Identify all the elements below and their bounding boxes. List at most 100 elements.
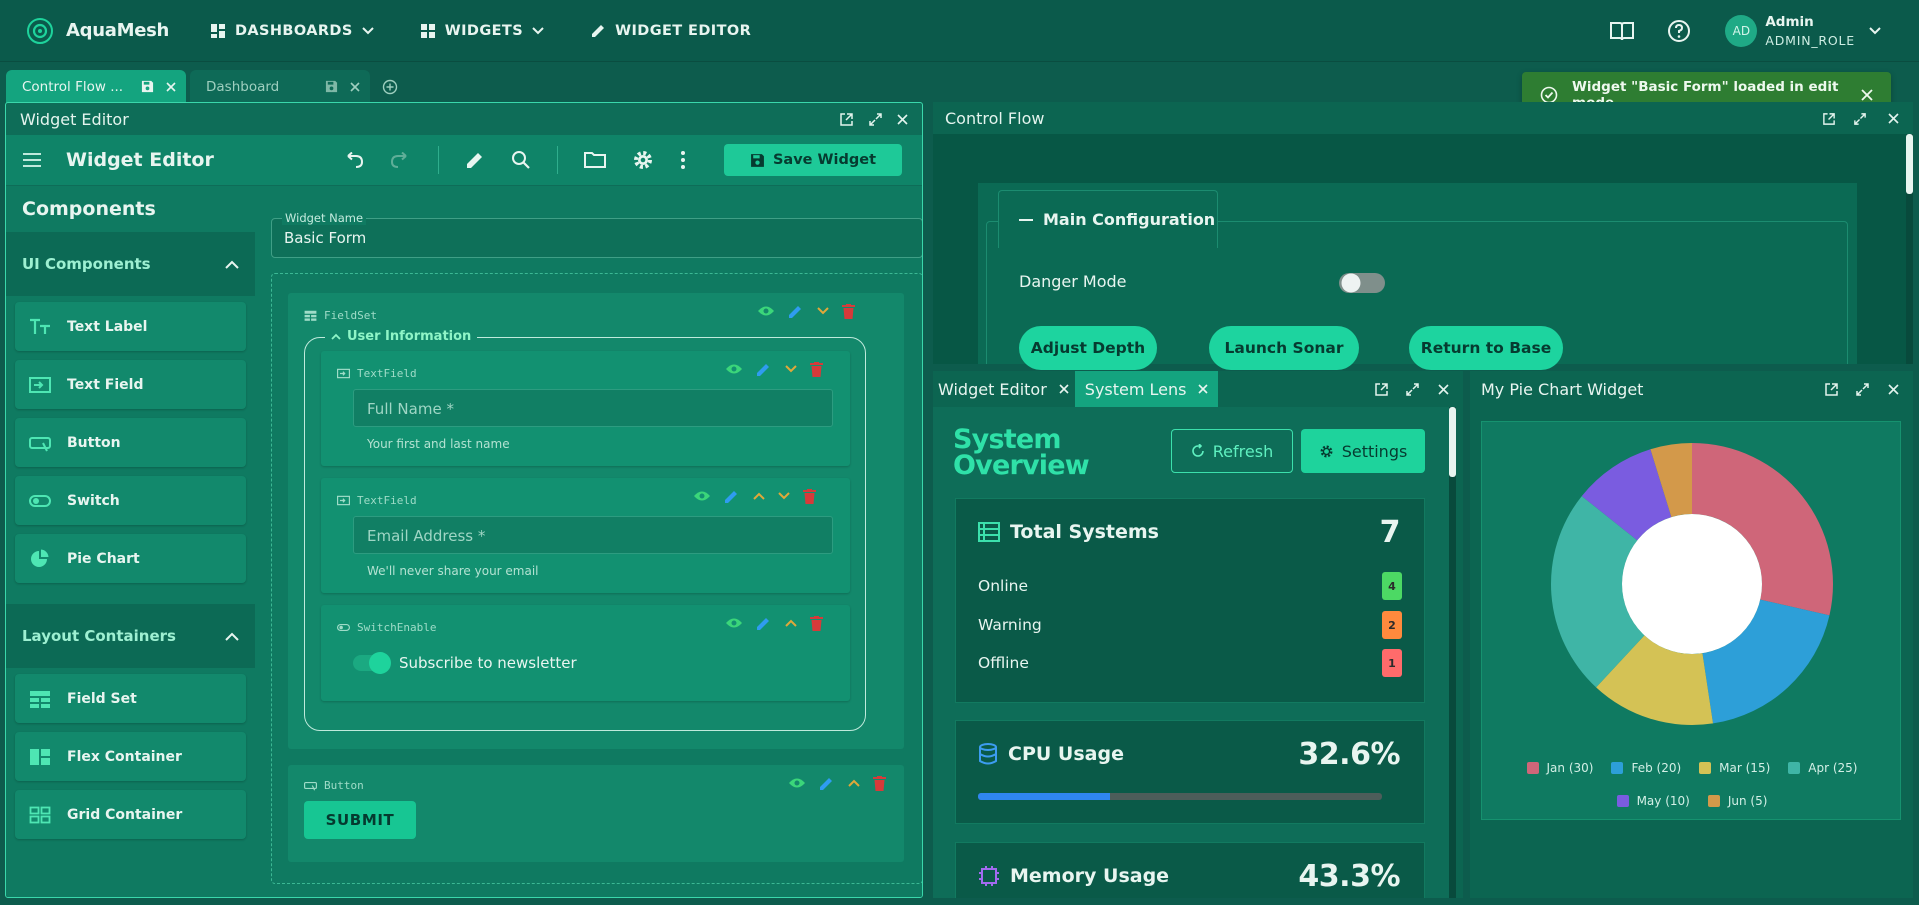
redo-icon[interactable] xyxy=(390,152,412,168)
component-text-label[interactable]: Text Label xyxy=(15,302,246,351)
edit-pencil-icon[interactable] xyxy=(465,150,485,170)
legend-item-jun[interactable]: Jun (5) xyxy=(1699,784,1777,817)
save-icon[interactable] xyxy=(325,80,338,93)
email-input[interactable]: Email Address * xyxy=(353,516,833,554)
chevron-down-icon[interactable] xyxy=(1869,27,1881,35)
button-component[interactable]: Button SUBMIT xyxy=(288,765,904,862)
close-icon[interactable] xyxy=(1059,384,1069,394)
adjust-depth-button[interactable]: Adjust Depth xyxy=(1019,326,1157,370)
open-external-icon[interactable] xyxy=(1824,382,1839,397)
ui-components-section[interactable]: UI Components xyxy=(6,232,255,296)
expand-icon[interactable] xyxy=(868,112,883,127)
edit-pencil-icon[interactable] xyxy=(724,488,740,504)
delete-trash-icon[interactable] xyxy=(873,775,886,791)
close-icon[interactable] xyxy=(1888,383,1899,395)
move-down-icon[interactable] xyxy=(817,307,829,315)
delete-trash-icon[interactable] xyxy=(810,615,823,631)
edit-pencil-icon[interactable] xyxy=(788,303,804,319)
move-down-icon[interactable] xyxy=(778,492,790,500)
launch-sonar-button[interactable]: Launch Sonar xyxy=(1209,326,1359,370)
expand-icon[interactable] xyxy=(1855,382,1870,397)
refresh-button[interactable]: Refresh xyxy=(1171,429,1293,473)
close-icon[interactable] xyxy=(1198,384,1209,394)
save-widget-button[interactable]: Save Widget xyxy=(724,144,902,176)
move-up-icon[interactable] xyxy=(848,779,860,787)
textfield-component-fullname[interactable]: TextField Full Name * Your first and las… xyxy=(321,351,850,466)
folder-icon[interactable] xyxy=(584,151,606,169)
newsletter-switch[interactable] xyxy=(353,652,391,674)
fieldset-component[interactable]: FieldSet User Information TextField Full… xyxy=(288,293,904,749)
component-text-field[interactable]: Text Field xyxy=(15,360,246,409)
search-icon[interactable] xyxy=(511,150,531,170)
tab-system-lens[interactable]: System Lens xyxy=(1074,371,1219,407)
edit-pencil-icon[interactable] xyxy=(756,361,772,377)
edit-pencil-icon[interactable] xyxy=(756,615,772,631)
close-icon[interactable] xyxy=(1438,383,1449,395)
main-configuration-header[interactable]: Main Configuration xyxy=(998,190,1218,248)
legend-item-jan[interactable]: Jan (30) xyxy=(1518,751,1603,784)
more-vertical-icon[interactable] xyxy=(680,150,686,170)
gear-icon[interactable] xyxy=(632,149,654,171)
move-down-icon[interactable] xyxy=(785,365,797,373)
expand-icon[interactable] xyxy=(1405,382,1420,397)
help-question-icon[interactable] xyxy=(1667,19,1691,43)
component-grid-container[interactable]: Grid Container xyxy=(15,790,246,839)
visibility-eye-icon[interactable] xyxy=(693,490,711,502)
add-tab-icon[interactable] xyxy=(382,79,398,95)
visibility-eye-icon[interactable] xyxy=(725,363,743,375)
tab-control-flow[interactable]: Control Flow ... xyxy=(6,70,186,103)
open-external-icon[interactable] xyxy=(1374,382,1389,397)
user-info[interactable]: Admin ADMIN_ROLE xyxy=(1765,14,1855,48)
full-name-input[interactable]: Full Name * xyxy=(353,389,833,427)
save-icon[interactable] xyxy=(141,80,154,93)
scrollbar-thumb[interactable] xyxy=(1449,407,1456,477)
chevron-up-icon[interactable] xyxy=(331,333,341,340)
component-switch[interactable]: Switch xyxy=(15,476,246,525)
delete-trash-icon[interactable] xyxy=(810,361,823,377)
layout-containers-section[interactable]: Layout Containers xyxy=(6,604,255,668)
control-flow-scrollbar[interactable] xyxy=(1906,134,1913,364)
delete-trash-icon[interactable] xyxy=(842,303,855,319)
delete-trash-icon[interactable] xyxy=(803,488,816,504)
textfield-component-email[interactable]: TextField Email Address * We'll never sh… xyxy=(321,478,850,593)
menu-hamburger-icon[interactable] xyxy=(22,152,42,168)
danger-mode-toggle[interactable] xyxy=(1338,270,1386,296)
legend-item-feb[interactable]: Feb (20) xyxy=(1602,751,1690,784)
open-external-icon[interactable] xyxy=(839,112,854,127)
submit-button[interactable]: SUBMIT xyxy=(304,801,416,839)
scrollbar-thumb[interactable] xyxy=(1906,134,1913,194)
return-to-base-button[interactable]: Return to Base xyxy=(1409,326,1563,370)
nav-widgets[interactable]: WIDGETS xyxy=(420,23,544,39)
visibility-eye-icon[interactable] xyxy=(725,617,743,629)
close-icon[interactable] xyxy=(166,81,176,92)
tab-dashboard[interactable]: Dashboard xyxy=(190,70,370,103)
component-pie-chart[interactable]: Pie Chart xyxy=(15,534,246,583)
close-icon[interactable] xyxy=(1861,89,1873,101)
legend-item-mar[interactable]: Mar (15) xyxy=(1690,751,1779,784)
close-icon[interactable] xyxy=(1888,113,1899,124)
nav-dashboards[interactable]: DASHBOARDS xyxy=(210,23,374,39)
tab-widget-editor[interactable]: Widget Editor xyxy=(933,371,1075,407)
widget-name-field[interactable]: Widget Name Basic Form xyxy=(271,211,922,258)
switch-component[interactable]: SwitchEnable Subscribe to newsletter xyxy=(321,605,850,701)
nav-widget-editor[interactable]: WIDGET EDITOR xyxy=(590,23,751,39)
undo-icon[interactable] xyxy=(342,152,364,168)
close-icon[interactable] xyxy=(350,81,360,92)
widget-dropzone[interactable]: FieldSet User Information TextField Full… xyxy=(271,273,922,884)
move-up-icon[interactable] xyxy=(785,619,797,627)
component-button[interactable]: Button xyxy=(15,418,246,467)
close-icon[interactable] xyxy=(897,113,908,125)
legend-item-apr[interactable]: Apr (25) xyxy=(1779,751,1866,784)
visibility-eye-icon[interactable] xyxy=(757,305,775,317)
brand[interactable]: AquaMesh xyxy=(26,17,196,45)
move-up-icon[interactable] xyxy=(753,492,765,500)
newsletter-switch-row[interactable]: Subscribe to newsletter xyxy=(353,652,577,674)
open-external-icon[interactable] xyxy=(1822,112,1836,126)
edit-pencil-icon[interactable] xyxy=(819,775,835,791)
visibility-eye-icon[interactable] xyxy=(788,777,806,789)
documentation-book-icon[interactable] xyxy=(1609,19,1635,43)
system-lens-scrollbar[interactable] xyxy=(1449,407,1456,898)
component-flex-container[interactable]: Flex Container xyxy=(15,732,246,781)
expand-icon[interactable] xyxy=(1853,112,1867,126)
legend-item-may[interactable]: May (10) xyxy=(1608,784,1699,817)
